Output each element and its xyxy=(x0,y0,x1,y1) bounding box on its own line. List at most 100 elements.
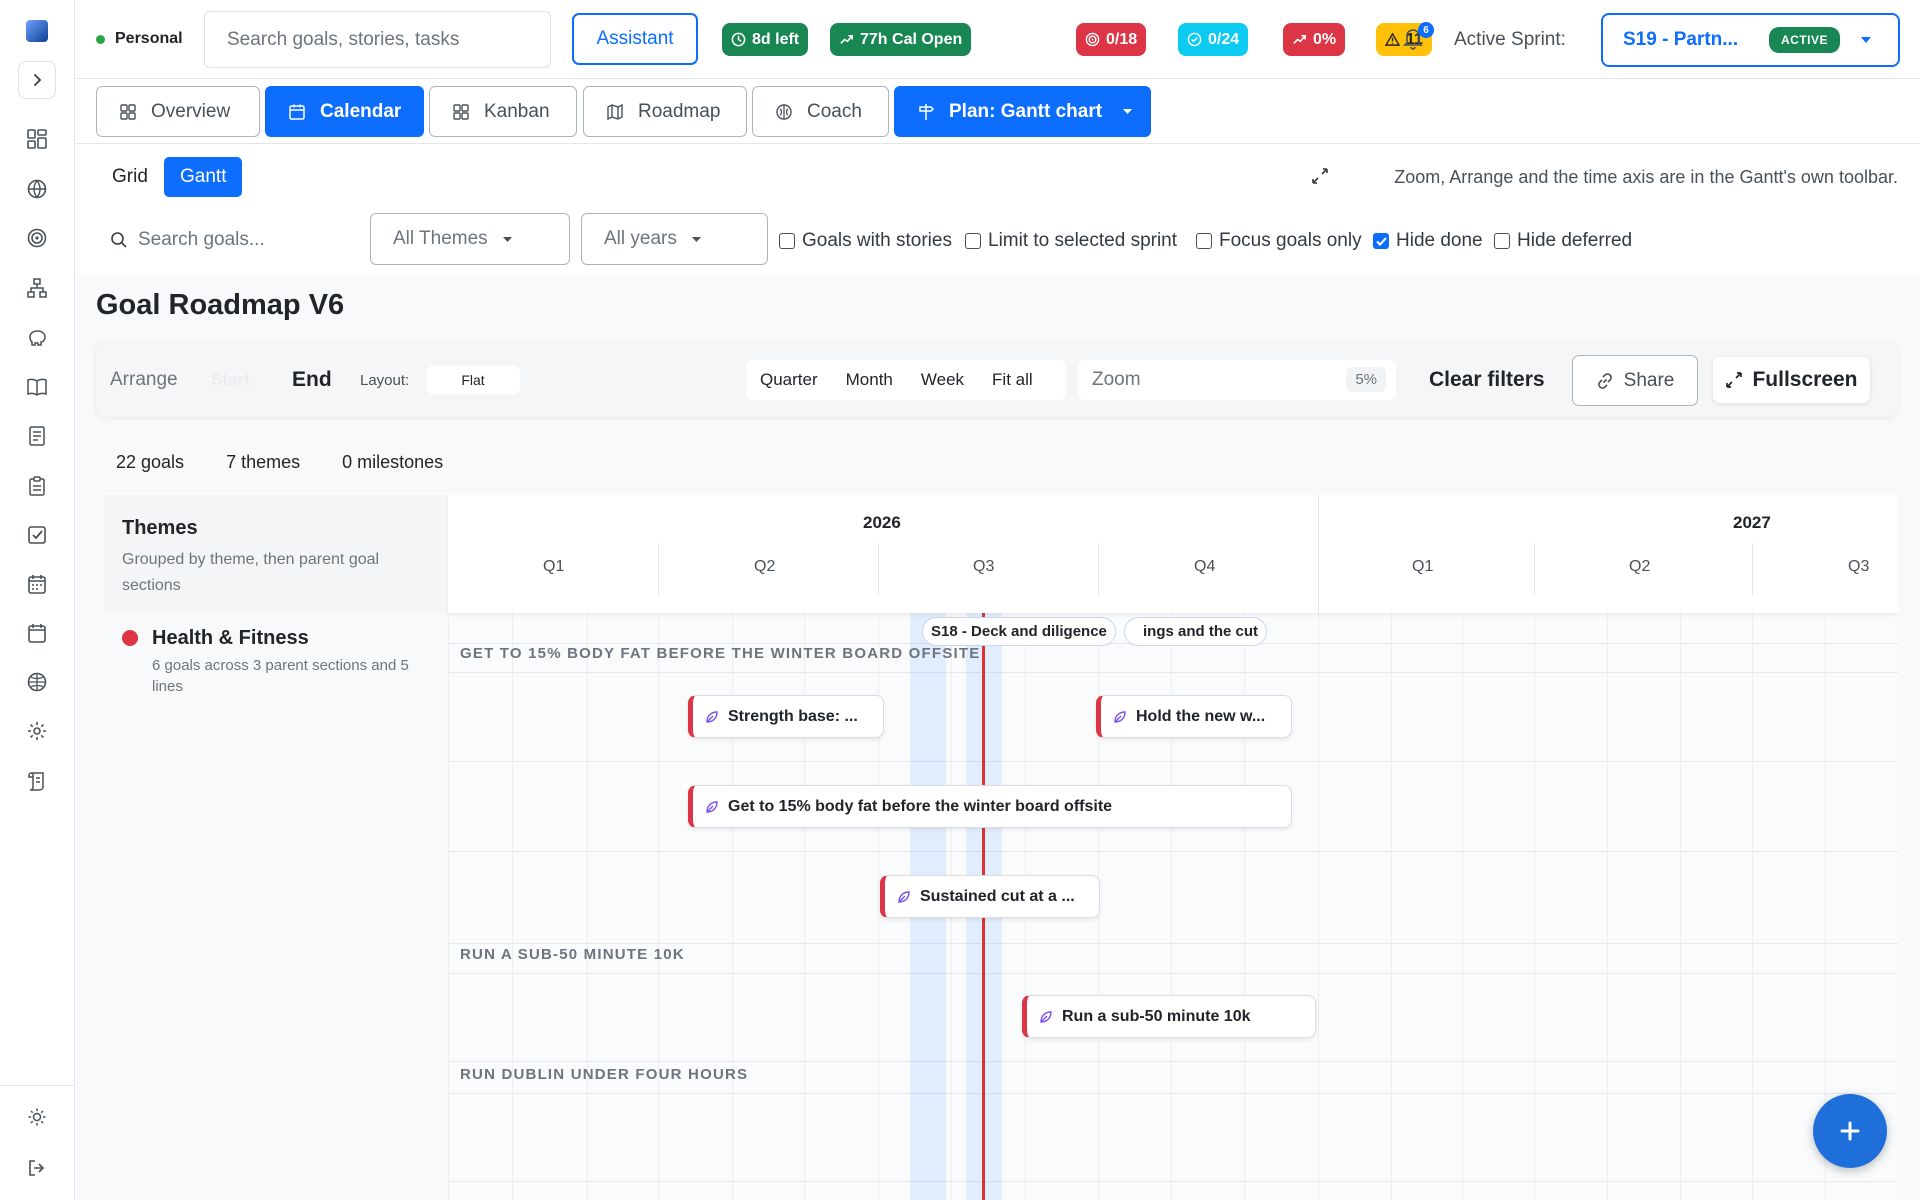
caret-down-icon xyxy=(502,236,512,242)
trend-up-icon xyxy=(1293,34,1306,44)
clear-filters-button[interactable]: Clear filters xyxy=(1429,343,1545,417)
fullscreen-button[interactable]: Fullscreen xyxy=(1713,357,1870,403)
logout-icon[interactable] xyxy=(23,1154,51,1182)
kanban-icon xyxy=(453,103,469,120)
workspace-selector[interactable]: Personal xyxy=(96,30,183,48)
goal-bar[interactable]: Hold the new w... xyxy=(1096,695,1292,738)
tab-kanban[interactable]: Kanban xyxy=(429,86,577,137)
year-label: 2026 xyxy=(863,513,901,532)
zoom-month-button[interactable]: Month xyxy=(832,370,907,390)
end-button[interactable]: End xyxy=(292,343,332,417)
calendar-open-badge[interactable]: 77h Cal Open xyxy=(830,23,972,56)
notifications-button[interactable]: 6 xyxy=(1402,22,1434,54)
focus-goals-checkbox[interactable]: Focus goals only xyxy=(1196,230,1362,252)
theme-name[interactable]: Health & Fitness xyxy=(152,627,309,650)
zoom-preset-group: Quarter Month Week Fit all xyxy=(746,360,1066,400)
limit-to-sprint-checkbox[interactable]: Limit to selected sprint xyxy=(965,230,1177,252)
sprint-name: S19 - Partn... xyxy=(1623,29,1739,50)
theme-color-dot xyxy=(122,630,138,646)
rail-hierarchy-icon[interactable] xyxy=(23,274,51,302)
page-title: Goal Roadmap V6 xyxy=(96,289,345,321)
rail-target-icon[interactable] xyxy=(23,224,51,252)
themes-dropdown[interactable]: All Themes xyxy=(370,213,570,265)
grid-mode-button[interactable]: Grid xyxy=(96,157,164,197)
goal-search-input[interactable]: Search goals... xyxy=(110,229,265,251)
check-circle-icon xyxy=(1187,32,1202,47)
add-goal-fab-button[interactable] xyxy=(1813,1094,1887,1168)
completion-percent-badge[interactable]: 0% xyxy=(1283,23,1346,56)
goal-bar[interactable]: Run a sub-50 minute 10k xyxy=(1022,995,1316,1038)
hide-done-checkbox[interactable]: Hide done xyxy=(1373,230,1483,252)
search-icon xyxy=(111,232,127,248)
rail-book-icon[interactable] xyxy=(23,373,51,401)
rail-check-square-icon[interactable] xyxy=(23,521,51,549)
themes-subtitle: Grouped by theme, then parent goal secti… xyxy=(122,551,380,594)
rail-clipboard-icon[interactable] xyxy=(23,472,51,500)
tasks-progress-badge[interactable]: 0/24 xyxy=(1178,23,1249,56)
leaf-icon xyxy=(1040,1010,1052,1023)
leaf-icon xyxy=(706,800,718,813)
goals-progress-badge[interactable]: 0/18 xyxy=(1076,23,1147,56)
milestones-count: 0 milestones xyxy=(342,452,444,472)
theme-toggle-sun-icon[interactable] xyxy=(23,1103,51,1131)
zoom-slider[interactable]: Zoom 5% xyxy=(1078,360,1396,400)
section-label: RUN A SUB-50 MINUTE 10K xyxy=(460,946,685,963)
years-dropdown[interactable]: All years xyxy=(581,213,768,265)
gantt-mode-button[interactable]: Gantt xyxy=(164,157,243,197)
tab-coach[interactable]: Coach xyxy=(752,86,889,137)
share-button[interactable]: Share xyxy=(1572,355,1698,406)
sprint-marker-label[interactable]: S18 - Deck and diligence xyxy=(922,617,1116,646)
target-icon xyxy=(1085,32,1100,47)
layout-flat-option[interactable]: Flat xyxy=(426,366,520,394)
rail-piggy-bank-icon[interactable] xyxy=(23,323,51,351)
tab-roadmap[interactable]: Roadmap xyxy=(583,86,747,137)
warning-icon xyxy=(1385,32,1400,46)
arrange-button[interactable]: Arrange xyxy=(110,343,178,417)
section-label: RUN DUBLIN UNDER FOUR HOURS xyxy=(460,1066,749,1083)
caret-down-icon xyxy=(691,236,701,242)
rail-settings-icon[interactable] xyxy=(23,717,51,745)
goal-bar[interactable]: Sustained cut at a ... xyxy=(880,875,1100,918)
zoom-week-button[interactable]: Week xyxy=(907,370,978,390)
rail-calendar-grid-icon[interactable] xyxy=(23,570,51,598)
rail-calendar-icon[interactable] xyxy=(23,619,51,647)
year-label: 2027 xyxy=(1733,513,1771,532)
hide-deferred-checkbox[interactable]: Hide deferred xyxy=(1494,230,1632,252)
rail-dashboard-icon[interactable] xyxy=(23,125,51,153)
goals-count: 22 goals xyxy=(116,452,185,472)
gantt-chart: Themes Grouped by theme, then parent goa… xyxy=(103,495,1898,1200)
goal-bar[interactable]: Get to 15% body fat before the winter bo… xyxy=(688,785,1292,828)
active-sprint-label: Active Sprint: xyxy=(1454,29,1566,50)
layout-label: Layout: xyxy=(360,371,410,389)
tab-plan-gantt[interactable]: Plan: Gantt chart xyxy=(894,86,1151,137)
themes-count: 7 themes xyxy=(226,452,301,472)
goals-with-stories-checkbox[interactable]: Goals with stories xyxy=(779,230,952,252)
rail-journal-icon[interactable] xyxy=(23,422,51,450)
assistant-button[interactable]: Assistant xyxy=(572,13,698,65)
rail-globe-icon[interactable] xyxy=(23,175,51,203)
rail-divider xyxy=(0,1085,75,1086)
goal-bar[interactable]: Strength base: ... xyxy=(688,695,884,738)
rail-scroll-icon[interactable] xyxy=(23,767,51,795)
status-dot xyxy=(96,34,105,44)
start-button[interactable]: Start xyxy=(211,343,250,417)
timeline-header: 2026 2027 Q1 Q2 Q3 Q4 Q1 Q2 Q3 xyxy=(448,495,1898,613)
roadmap-content: Goal Roadmap V6 Arrange Start End Layout… xyxy=(76,275,1920,1200)
global-search-input[interactable]: Search goals, stories, tasks xyxy=(204,11,551,68)
sprint-status-badge: ACTIVE xyxy=(1769,27,1841,53)
sprint-selector[interactable]: S19 - Partn... ACTIVE xyxy=(1601,13,1900,67)
app-logo[interactable] xyxy=(26,20,48,42)
zoom-quarter-button[interactable]: Quarter xyxy=(746,370,832,390)
tab-overview[interactable]: Overview xyxy=(96,86,260,137)
notification-count: 6 xyxy=(1418,22,1434,38)
expand-sidebar-button[interactable] xyxy=(18,61,56,99)
quarter-label: Q4 xyxy=(1194,558,1216,575)
tab-calendar[interactable]: Calendar xyxy=(265,86,424,137)
view-mode-bar: Grid Gantt Zoom, Arrange and the time ax… xyxy=(76,145,1920,207)
days-left-badge[interactable]: 8d left xyxy=(722,23,809,56)
quarter-label: Q1 xyxy=(1412,558,1434,575)
rail-world-icon[interactable] xyxy=(23,668,51,696)
timeline-body: S18 - Deck and diligence ings and the cu… xyxy=(448,613,1898,1200)
arrows-expand-icon[interactable] xyxy=(1311,167,1329,185)
zoom-fit-all-button[interactable]: Fit all xyxy=(978,370,1047,390)
